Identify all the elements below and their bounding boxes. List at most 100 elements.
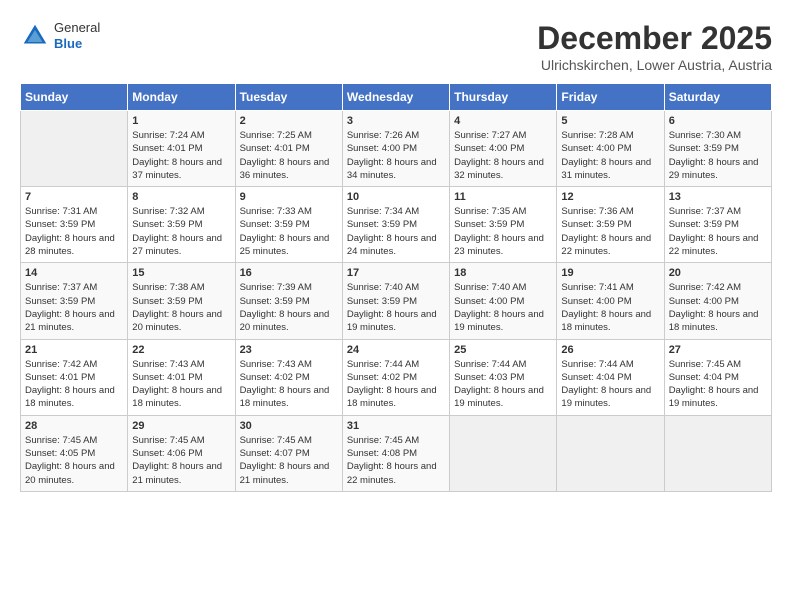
day-info: Daylight: 8 hours and 18 minutes. [25, 384, 123, 411]
day-info: Sunrise: 7:40 AM [347, 281, 445, 294]
day-number: 17 [347, 267, 445, 279]
day-number: 14 [25, 267, 123, 279]
day-number: 25 [454, 344, 552, 356]
calendar-cell: 25Sunrise: 7:44 AMSunset: 4:03 PMDayligh… [450, 339, 557, 415]
calendar-cell: 22Sunrise: 7:43 AMSunset: 4:01 PMDayligh… [128, 339, 235, 415]
day-header-monday: Monday [128, 84, 235, 111]
day-info: Sunset: 4:01 PM [240, 142, 338, 155]
day-info: Sunset: 4:01 PM [25, 371, 123, 384]
day-info: Sunrise: 7:36 AM [561, 205, 659, 218]
day-info: Sunset: 4:00 PM [561, 295, 659, 308]
day-info: Sunrise: 7:35 AM [454, 205, 552, 218]
calendar-cell: 9Sunrise: 7:33 AMSunset: 3:59 PMDaylight… [235, 187, 342, 263]
week-row-2: 7Sunrise: 7:31 AMSunset: 3:59 PMDaylight… [21, 187, 772, 263]
day-info: Sunset: 3:59 PM [454, 218, 552, 231]
day-info: Sunrise: 7:41 AM [561, 281, 659, 294]
day-info: Sunset: 3:59 PM [561, 218, 659, 231]
day-number: 10 [347, 191, 445, 203]
calendar-cell [21, 111, 128, 187]
calendar-cell: 2Sunrise: 7:25 AMSunset: 4:01 PMDaylight… [235, 111, 342, 187]
day-number: 6 [669, 115, 767, 127]
calendar-cell: 7Sunrise: 7:31 AMSunset: 3:59 PMDaylight… [21, 187, 128, 263]
calendar-cell: 26Sunrise: 7:44 AMSunset: 4:04 PMDayligh… [557, 339, 664, 415]
day-info: Sunrise: 7:43 AM [240, 358, 338, 371]
day-header-saturday: Saturday [664, 84, 771, 111]
day-info: Sunrise: 7:44 AM [454, 358, 552, 371]
day-info: Daylight: 8 hours and 19 minutes. [454, 308, 552, 335]
day-info: Sunset: 3:59 PM [240, 295, 338, 308]
day-number: 26 [561, 344, 659, 356]
day-info: Sunset: 4:04 PM [561, 371, 659, 384]
day-header-wednesday: Wednesday [342, 84, 449, 111]
calendar-cell: 3Sunrise: 7:26 AMSunset: 4:00 PMDaylight… [342, 111, 449, 187]
day-info: Sunrise: 7:45 AM [240, 434, 338, 447]
day-header-sunday: Sunday [21, 84, 128, 111]
day-number: 22 [132, 344, 230, 356]
day-info: Sunset: 4:01 PM [132, 371, 230, 384]
day-info: Sunrise: 7:24 AM [132, 129, 230, 142]
calendar-cell: 20Sunrise: 7:42 AMSunset: 4:00 PMDayligh… [664, 263, 771, 339]
day-info: Daylight: 8 hours and 18 minutes. [240, 384, 338, 411]
week-row-5: 28Sunrise: 7:45 AMSunset: 4:05 PMDayligh… [21, 415, 772, 491]
calendar-cell: 1Sunrise: 7:24 AMSunset: 4:01 PMDaylight… [128, 111, 235, 187]
day-header-thursday: Thursday [450, 84, 557, 111]
day-number: 4 [454, 115, 552, 127]
day-info: Daylight: 8 hours and 18 minutes. [561, 308, 659, 335]
day-header-friday: Friday [557, 84, 664, 111]
calendar-cell: 27Sunrise: 7:45 AMSunset: 4:04 PMDayligh… [664, 339, 771, 415]
day-info: Sunset: 3:59 PM [132, 295, 230, 308]
day-info: Daylight: 8 hours and 19 minutes. [347, 308, 445, 335]
day-info: Sunrise: 7:37 AM [25, 281, 123, 294]
day-info: Sunrise: 7:30 AM [669, 129, 767, 142]
day-number: 16 [240, 267, 338, 279]
calendar-cell: 28Sunrise: 7:45 AMSunset: 4:05 PMDayligh… [21, 415, 128, 491]
day-info: Daylight: 8 hours and 20 minutes. [240, 308, 338, 335]
day-number: 11 [454, 191, 552, 203]
day-info: Sunrise: 7:26 AM [347, 129, 445, 142]
day-info: Daylight: 8 hours and 34 minutes. [347, 156, 445, 183]
day-info: Sunset: 4:05 PM [25, 447, 123, 460]
day-number: 8 [132, 191, 230, 203]
calendar-cell [664, 415, 771, 491]
day-info: Sunset: 4:00 PM [454, 142, 552, 155]
calendar-cell: 4Sunrise: 7:27 AMSunset: 4:00 PMDaylight… [450, 111, 557, 187]
day-info: Sunrise: 7:44 AM [347, 358, 445, 371]
calendar-cell: 23Sunrise: 7:43 AMSunset: 4:02 PMDayligh… [235, 339, 342, 415]
day-info: Sunrise: 7:45 AM [132, 434, 230, 447]
day-info: Sunrise: 7:39 AM [240, 281, 338, 294]
day-info: Sunrise: 7:45 AM [347, 434, 445, 447]
day-info: Sunrise: 7:31 AM [25, 205, 123, 218]
day-info: Daylight: 8 hours and 18 minutes. [347, 384, 445, 411]
day-info: Daylight: 8 hours and 22 minutes. [669, 232, 767, 259]
calendar-cell: 19Sunrise: 7:41 AMSunset: 4:00 PMDayligh… [557, 263, 664, 339]
day-info: Daylight: 8 hours and 28 minutes. [25, 232, 123, 259]
day-number: 29 [132, 420, 230, 432]
day-info: Daylight: 8 hours and 27 minutes. [132, 232, 230, 259]
day-number: 7 [25, 191, 123, 203]
day-info: Sunset: 4:08 PM [347, 447, 445, 460]
day-info: Daylight: 8 hours and 29 minutes. [669, 156, 767, 183]
day-info: Sunrise: 7:25 AM [240, 129, 338, 142]
calendar-cell: 5Sunrise: 7:28 AMSunset: 4:00 PMDaylight… [557, 111, 664, 187]
day-info: Sunset: 3:59 PM [132, 218, 230, 231]
day-info: Sunset: 4:00 PM [669, 295, 767, 308]
day-info: Sunrise: 7:40 AM [454, 281, 552, 294]
calendar-cell: 13Sunrise: 7:37 AMSunset: 3:59 PMDayligh… [664, 187, 771, 263]
logo-blue: Blue [54, 36, 100, 52]
day-number: 31 [347, 420, 445, 432]
calendar-cell: 18Sunrise: 7:40 AMSunset: 4:00 PMDayligh… [450, 263, 557, 339]
day-info: Sunrise: 7:45 AM [669, 358, 767, 371]
day-number: 18 [454, 267, 552, 279]
day-info: Sunrise: 7:28 AM [561, 129, 659, 142]
week-row-3: 14Sunrise: 7:37 AMSunset: 3:59 PMDayligh… [21, 263, 772, 339]
day-number: 13 [669, 191, 767, 203]
day-info: Daylight: 8 hours and 20 minutes. [25, 460, 123, 487]
day-info: Daylight: 8 hours and 22 minutes. [561, 232, 659, 259]
day-info: Sunset: 4:03 PM [454, 371, 552, 384]
day-number: 5 [561, 115, 659, 127]
week-row-4: 21Sunrise: 7:42 AMSunset: 4:01 PMDayligh… [21, 339, 772, 415]
day-info: Sunrise: 7:33 AM [240, 205, 338, 218]
calendar-cell: 30Sunrise: 7:45 AMSunset: 4:07 PMDayligh… [235, 415, 342, 491]
day-number: 20 [669, 267, 767, 279]
day-info: Daylight: 8 hours and 21 minutes. [240, 460, 338, 487]
